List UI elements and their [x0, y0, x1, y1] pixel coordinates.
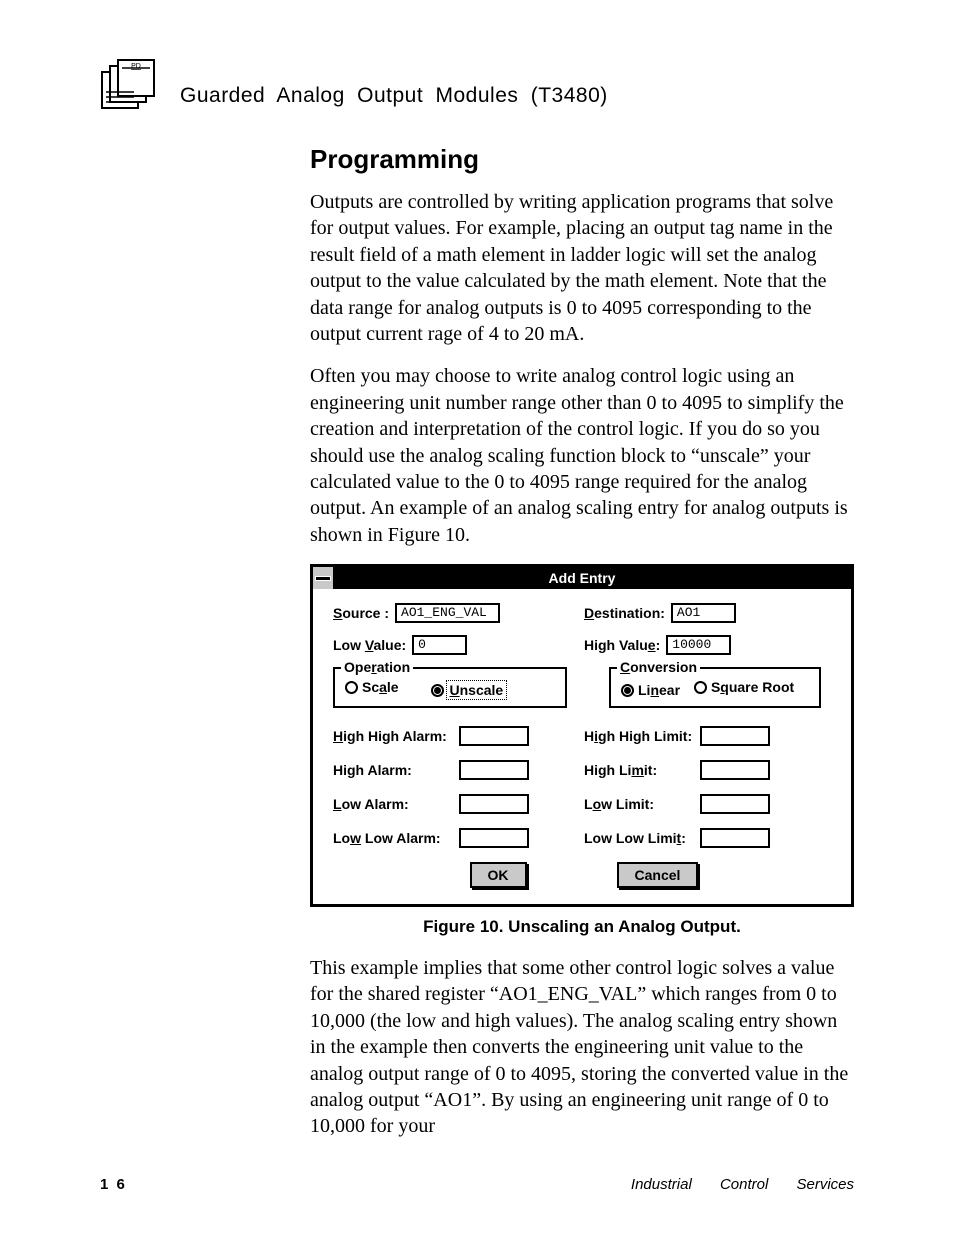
high-alarm-input[interactable] [459, 760, 529, 780]
system-menu-icon[interactable] [313, 567, 335, 589]
high-limit-input[interactable] [700, 760, 770, 780]
document-stack-icon: PD [100, 58, 160, 110]
page-header: PD Guarded Analog Output Modules (T3480) [100, 58, 854, 110]
high-high-limit-label: High High Limit: [584, 728, 694, 744]
dialog-titlebar: Add Entry [313, 567, 851, 589]
running-title: Guarded Analog Output Modules (T3480) [180, 84, 608, 110]
low-alarm-input[interactable] [459, 794, 529, 814]
section-heading: Programming [310, 144, 854, 175]
unscale-radio[interactable]: Unscale [431, 682, 506, 698]
body-paragraph: Often you may choose to write analog con… [310, 363, 854, 548]
cancel-button[interactable]: Cancel [617, 862, 699, 888]
high-value-label: High Value: [584, 637, 660, 653]
add-entry-dialog: Add Entry Source : AO1_ENG_VAL Destinati… [310, 564, 854, 907]
low-low-alarm-input[interactable] [459, 828, 529, 848]
dialog-title: Add Entry [335, 570, 851, 586]
conversion-legend: Conversion [617, 659, 700, 675]
alarm-limit-grid: High High Alarm: High High Limit: High A… [333, 726, 835, 848]
low-limit-label: Low Limit: [584, 796, 694, 812]
page-number: 1 6 [100, 1176, 127, 1193]
destination-label: Destination: [584, 605, 665, 621]
operation-legend: Operation [341, 659, 413, 675]
low-value-input[interactable]: 0 [412, 635, 467, 655]
source-input[interactable]: AO1_ENG_VAL [395, 603, 500, 623]
body-paragraph: This example implies that some other con… [310, 955, 854, 1140]
high-alarm-label: High Alarm: [333, 762, 453, 778]
linear-radio[interactable]: Linear [621, 682, 680, 698]
high-value-input[interactable]: 10000 [666, 635, 731, 655]
conversion-group: Conversion Linear Square Root [609, 667, 821, 708]
source-label: Source : [333, 605, 389, 621]
page-footer: 1 6 Industrial Control Services [100, 1176, 854, 1193]
high-limit-label: High Limit: [584, 762, 694, 778]
operation-group: Operation Scale Unscale [333, 667, 567, 708]
svg-text:PD: PD [131, 63, 141, 70]
low-low-alarm-label: Low Low Alarm: [333, 830, 453, 846]
low-alarm-label: Low Alarm: [333, 796, 453, 812]
high-high-alarm-input[interactable] [459, 726, 529, 746]
body-paragraph: Outputs are controlled by writing applic… [310, 189, 854, 347]
low-value-label: Low Value: [333, 637, 406, 653]
figure-caption: Figure 10. Unscaling an Analog Output. [310, 917, 854, 937]
low-low-limit-label: Low Low Limit: [584, 830, 694, 846]
low-low-limit-input[interactable] [700, 828, 770, 848]
high-high-limit-input[interactable] [700, 726, 770, 746]
square-root-radio[interactable]: Square Root [694, 679, 794, 695]
high-high-alarm-label: High High Alarm: [333, 728, 453, 744]
low-limit-input[interactable] [700, 794, 770, 814]
scale-radio[interactable]: Scale [345, 679, 399, 695]
destination-input[interactable]: AO1 [671, 603, 736, 623]
footer-service-line: Industrial Control Services [631, 1176, 854, 1193]
ok-button[interactable]: OK [470, 862, 527, 888]
